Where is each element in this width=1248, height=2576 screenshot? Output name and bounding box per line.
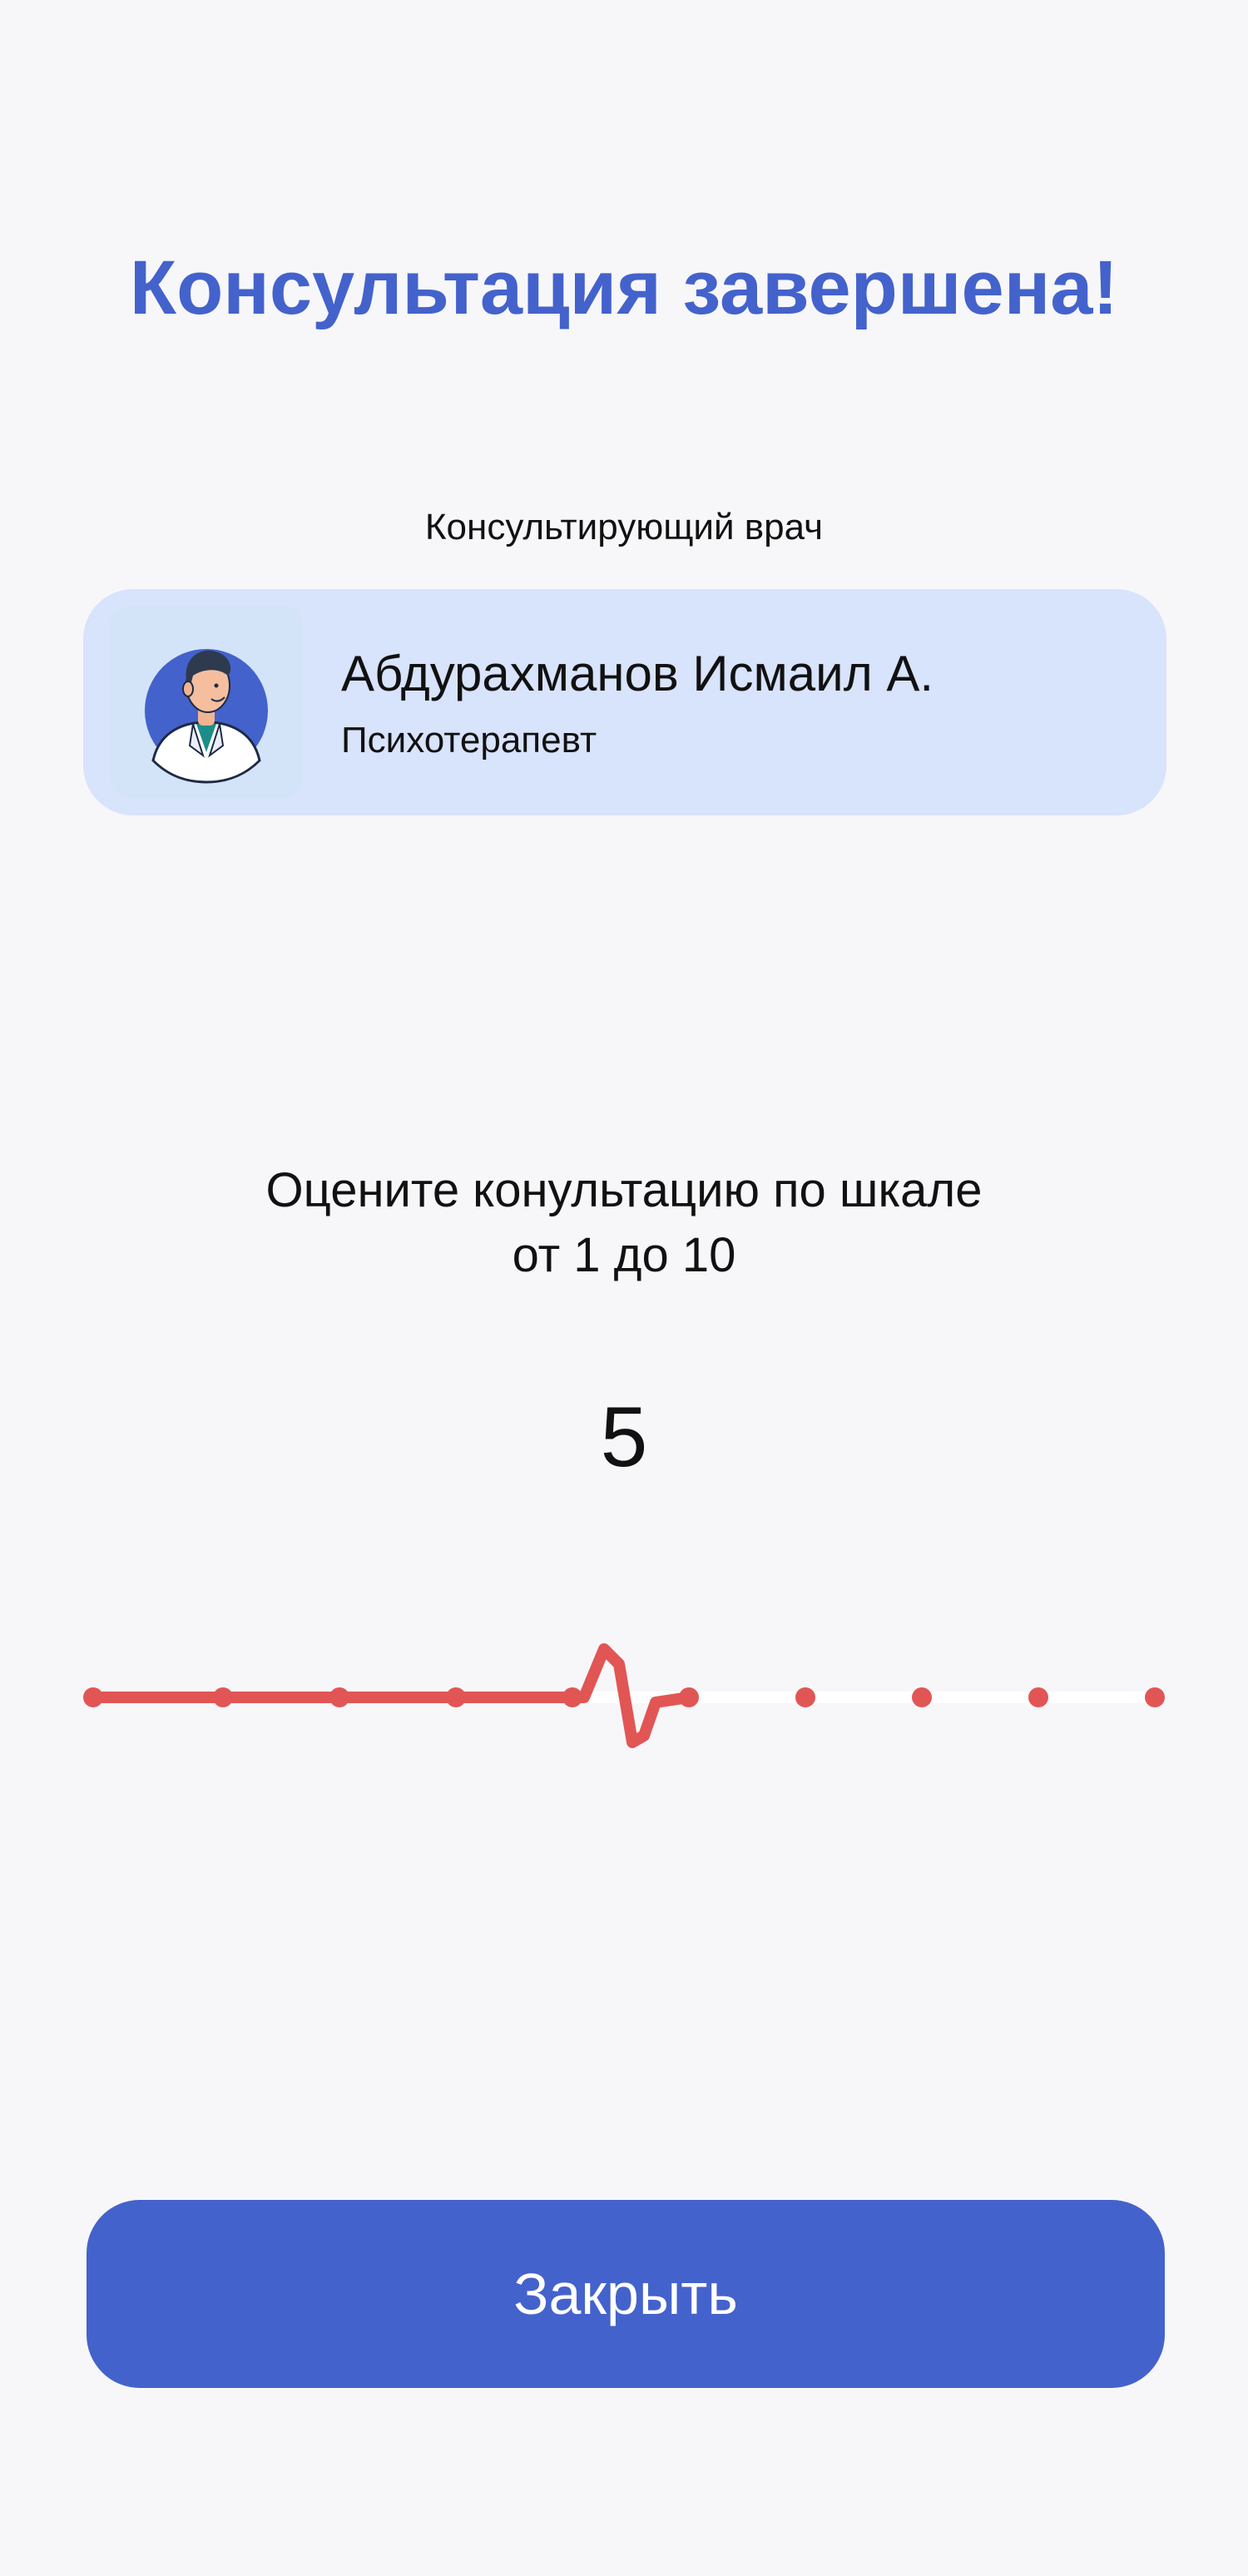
scale-point-7[interactable]	[795, 1687, 815, 1707]
scale-point-6[interactable]	[679, 1687, 699, 1707]
doctor-name: Абдурахманов Исмаил А.	[341, 646, 934, 701]
rating-scale-slider[interactable]	[0, 1631, 1248, 1764]
doctor-avatar	[110, 606, 303, 799]
doctor-caption: Консультирующий врач	[424, 507, 824, 547]
rating-prompt-line2: от 1 до 10	[512, 1228, 736, 1282]
close-button[interactable]: Закрыть	[87, 2200, 1165, 2388]
doctor-specialty: Психотерапевт	[341, 720, 597, 760]
scale-point-2[interactable]	[213, 1687, 233, 1707]
rating-value: 5	[600, 1390, 648, 1484]
rating-prompt-line1: Оцените конультацию по шкале	[265, 1163, 983, 1217]
scale-point-10[interactable]	[1145, 1687, 1165, 1707]
rating-prompt: Оцените конультацию по шкале от 1 до 10	[0, 1158, 1248, 1288]
doctor-card: Абдурахманов Исмаил А. Психотерапевт	[83, 589, 1166, 815]
scale-point-5[interactable]	[562, 1687, 582, 1707]
page-title: Консультация завершена!	[129, 245, 1119, 330]
scale-point-1[interactable]	[83, 1687, 103, 1707]
scale-point-4[interactable]	[446, 1687, 466, 1707]
doctor-avatar-illustration	[145, 649, 268, 784]
scale-point-3[interactable]	[329, 1687, 349, 1707]
scale-point-9[interactable]	[1028, 1687, 1048, 1707]
scale-point-8[interactable]	[912, 1687, 932, 1707]
